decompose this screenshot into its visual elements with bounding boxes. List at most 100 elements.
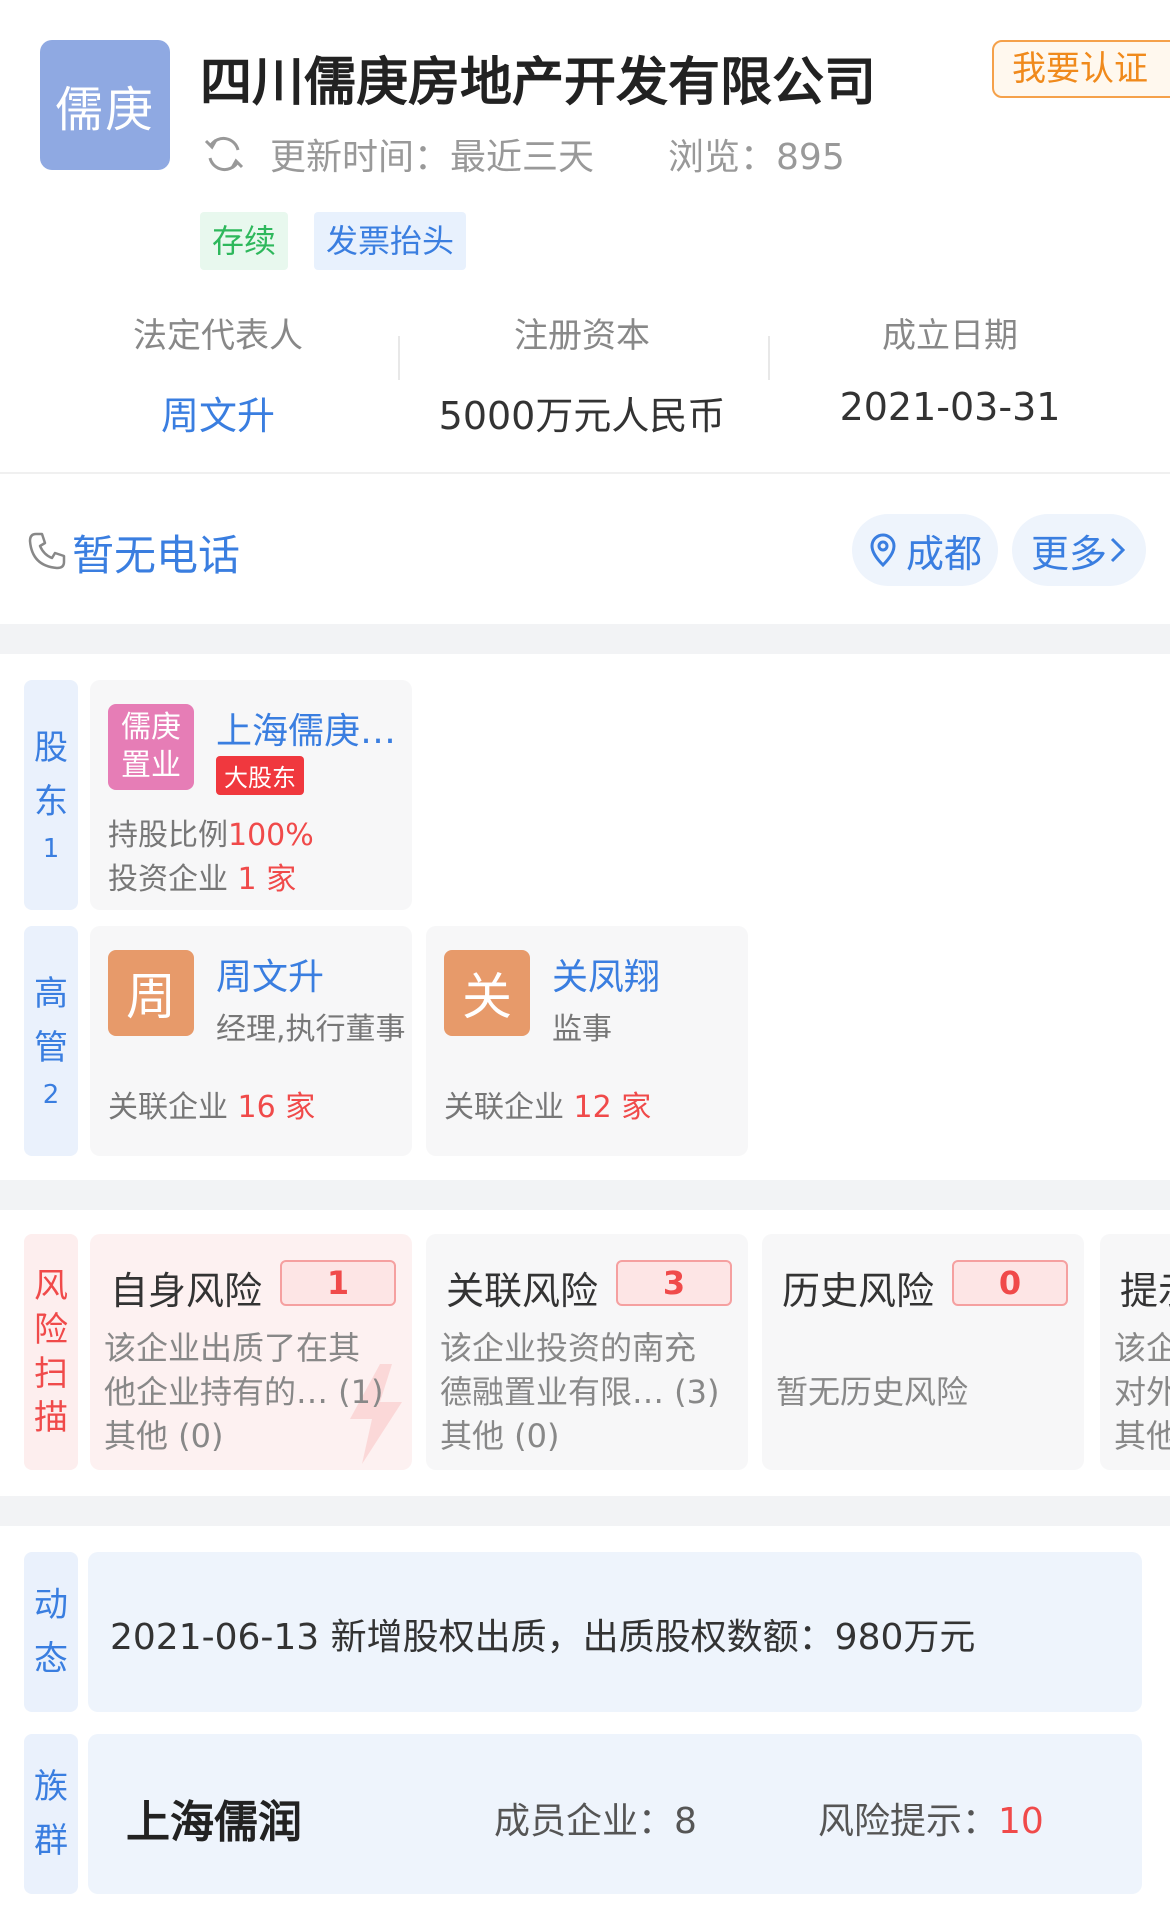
risk-desc: 该企业出质了在其 [104, 1329, 361, 1367]
tab-char: 族 [34, 1767, 68, 1807]
tab-char: 东 [34, 782, 68, 822]
certify-button[interactable]: 我要认证 [992, 40, 1170, 98]
risk-title: 关联风险 [446, 1269, 599, 1313]
rel-value: 16 [237, 1090, 276, 1125]
executive-role: 监事 [552, 1012, 612, 1047]
hint-risk-card[interactable]: 提示 该企 对外 其他 [1100, 1234, 1170, 1470]
tab-risk-scan[interactable]: 风 险 扫 描 [24, 1234, 78, 1470]
founded-label: 成立日期 [882, 316, 1018, 356]
tab-char: 群 [34, 1821, 68, 1861]
risk-title: 历史风险 [782, 1269, 935, 1313]
risk-desc: 该企 [1114, 1329, 1170, 1367]
group-card[interactable]: 上海儒润 成员企业：8 风险提示：10 [88, 1734, 1142, 1894]
tab-dynamics[interactable]: 动 态 [24, 1552, 78, 1712]
risk-hint-value: 10 [998, 1801, 1044, 1842]
dynamics-card[interactable]: 2021-06-13 新增股权出质，出质股权数额：980万元 [88, 1552, 1142, 1712]
ratio-label: 持股比例 [108, 818, 228, 853]
section-gap [0, 624, 1170, 654]
founded-value: 2021-03-31 [839, 385, 1061, 429]
legal-rep-link[interactable]: 周文升 [38, 385, 398, 440]
status-badge: 存续 [200, 212, 289, 270]
tab-char: 险 [34, 1310, 68, 1350]
legal-rep-label: 法定代表人 [133, 316, 303, 356]
more-button[interactable]: 更多 [1012, 514, 1146, 586]
avatar-text: 置业 [121, 748, 181, 783]
location-pin-icon [870, 533, 896, 567]
dynamics-text: 2021-06-13 新增股权出质，出质股权数额：980万元 [110, 1617, 976, 1658]
tab-char: 高 [34, 974, 68, 1014]
legal-rep-block: 法定代表人 周文升 [38, 308, 398, 440]
more-label: 更多 [1030, 531, 1107, 576]
tab-char: 管 [34, 1028, 68, 1068]
risk-title: 提示 [1120, 1269, 1170, 1313]
risk-desc: 其他 [1114, 1417, 1170, 1455]
view-count: 浏览：895 [668, 137, 845, 178]
tab-char: 风 [34, 1266, 68, 1306]
divider [398, 336, 400, 380]
risk-desc: 该企业投资的南充 [440, 1329, 697, 1367]
executive-name[interactable]: 关凤翔 [552, 948, 660, 1000]
related-risk-card[interactable]: 关联风险 3 该企业投资的南充 德融置业有限… (3) 其他 (0) [426, 1234, 748, 1470]
invest-count: 投资企业 1 家 [108, 854, 296, 898]
ratio-value: 100% [228, 818, 314, 853]
avatar-text: 儒庚 [121, 710, 181, 745]
related-companies: 关联企业 16 家 [108, 1082, 315, 1126]
tab-shareholders[interactable]: 股 东 1 [24, 680, 78, 910]
members-label: 成员企业： [494, 1801, 675, 1842]
city-button[interactable]: 成都 [852, 514, 998, 586]
refresh-icon [204, 136, 244, 172]
invest-unit: 家 [266, 862, 297, 897]
invoice-header-tag[interactable]: 发票抬头 [314, 212, 467, 270]
chevron-right-icon [1110, 537, 1126, 563]
group-members: 成员企业：8 [494, 1792, 697, 1844]
shareholder-count: 1 [42, 834, 60, 864]
tab-char: 描 [34, 1398, 68, 1438]
rel-label: 关联企业 [444, 1090, 564, 1125]
risk-count-badge: 1 [280, 1260, 396, 1306]
section-gap [0, 1496, 1170, 1526]
section-gap [0, 1180, 1170, 1210]
phone-icon [28, 532, 66, 570]
risk-count-badge: 3 [616, 1260, 732, 1306]
risk-desc: 其他 (0) [440, 1417, 560, 1455]
tab-executives[interactable]: 高 管 2 [24, 926, 78, 1156]
members-value: 8 [674, 1801, 697, 1842]
risk-title: 自身风险 [110, 1269, 263, 1313]
rel-unit: 家 [621, 1090, 652, 1125]
company-logo: 儒庚 [40, 40, 170, 170]
history-risk-card[interactable]: 历史风险 0 暂无历史风险 [762, 1234, 1084, 1470]
city-label: 成都 [905, 531, 982, 576]
meta-row: 更新时间：最近三天 浏览：895 [200, 128, 845, 180]
risk-hint-label: 风险提示： [818, 1801, 999, 1842]
company-name: 四川儒庚房地产开发有限公司 [200, 53, 877, 113]
executive-role: 经理,执行董事 [216, 1012, 406, 1047]
share-ratio: 持股比例100% [108, 810, 314, 854]
related-companies: 关联企业 12 家 [444, 1082, 651, 1126]
capital-label: 注册资本 [514, 316, 650, 356]
risk-desc: 其他 (0) [104, 1417, 224, 1455]
executive-card[interactable]: 关 关凤翔 监事 关联企业 12 家 [426, 926, 748, 1156]
risk-desc: 对外 [1114, 1373, 1170, 1411]
tab-char: 动 [34, 1585, 68, 1625]
shareholder-avatar: 儒庚 置业 [108, 704, 194, 790]
executive-name[interactable]: 周文升 [216, 948, 324, 1000]
executive-card[interactable]: 周 周文升 经理,执行董事 关联企业 16 家 [90, 926, 412, 1156]
shareholder-card[interactable]: 儒庚 置业 上海儒庚… 大股东 持股比例100% 投资企业 1 家 [90, 680, 412, 910]
update-time: 更新时间：最近三天 [270, 137, 595, 178]
tab-group[interactable]: 族 群 [24, 1734, 78, 1894]
rel-unit: 家 [285, 1090, 316, 1125]
invest-label: 投资企业 [108, 862, 228, 897]
tab-char: 扫 [34, 1354, 68, 1394]
shareholder-name[interactable]: 上海儒庚… [216, 702, 396, 754]
risk-desc: 德融置业有限… (3) [440, 1373, 720, 1411]
group-name: 上海儒润 [126, 1797, 302, 1848]
executive-avatar: 周 [108, 950, 194, 1036]
tab-char: 态 [34, 1639, 68, 1679]
phone-number[interactable]: 暂无电话 [72, 522, 240, 583]
executive-avatar: 关 [444, 950, 530, 1036]
risk-desc: 暂无历史风险 [776, 1373, 969, 1411]
group-risk: 风险提示：10 [818, 1792, 1044, 1844]
self-risk-card[interactable]: 自身风险 1 该企业出质了在其 他企业持有的… (1) 其他 (0) [90, 1234, 412, 1470]
rel-label: 关联企业 [108, 1090, 228, 1125]
capital-block: 注册资本 5000万元人民币 [402, 308, 762, 440]
